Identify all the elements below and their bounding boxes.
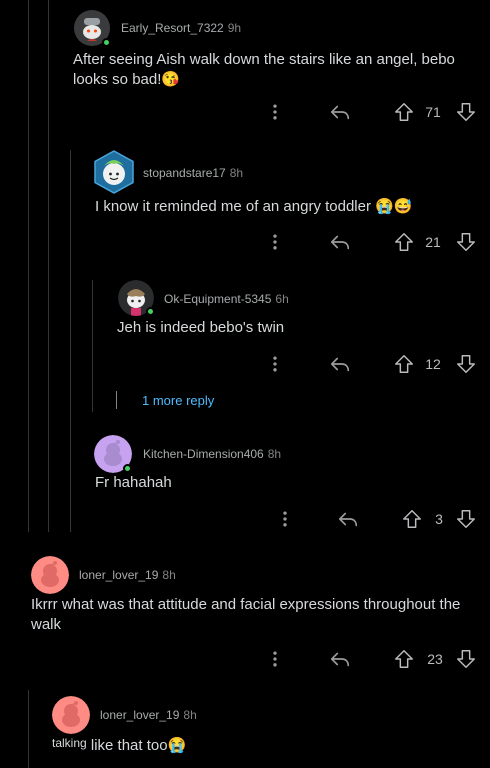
downvote-button[interactable]: [454, 647, 478, 671]
snoo-avatar-icon: [52, 696, 90, 734]
timestamp: 9h: [227, 21, 242, 35]
more-options-button[interactable]: [264, 352, 286, 376]
comment-actions: 23: [260, 647, 482, 671]
username[interactable]: loner_lover_19: [100, 708, 179, 722]
online-status-icon: [123, 464, 132, 473]
upvote-button[interactable]: [392, 230, 416, 254]
avatar[interactable]: [52, 696, 90, 734]
username[interactable]: Kitchen-Dimension406: [143, 447, 264, 461]
timestamp: 6h: [275, 292, 289, 306]
more-options-button[interactable]: [274, 507, 296, 531]
hexagon-avatar-icon: [94, 150, 134, 194]
upvote-button[interactable]: [392, 647, 416, 671]
comment-meta: Ok-Equipment-5345 6h: [164, 292, 289, 306]
avatar[interactable]: [31, 556, 69, 594]
thread-line: [28, 690, 29, 768]
timestamp: 8h: [267, 447, 282, 461]
comment-actions: 71: [260, 100, 482, 124]
more-options-button[interactable]: [264, 230, 286, 254]
comment-text: Ikrrr what was that attitude and facial …: [31, 596, 461, 633]
reply-button[interactable]: [328, 647, 352, 671]
timestamp: 8h: [183, 708, 197, 722]
comment-text-row: talking like that too😭: [52, 736, 472, 756]
username[interactable]: stopandstare17: [143, 166, 226, 180]
avatar[interactable]: [92, 150, 136, 194]
vote-count: 21: [425, 234, 441, 250]
downvote-button[interactable]: [454, 100, 478, 124]
comment-text: After seeing Aish walk down the stairs l…: [73, 51, 455, 88]
comment-actions: 12: [260, 352, 482, 376]
thread-line: [28, 0, 29, 532]
comment-meta: Kitchen-Dimension406 8h: [143, 447, 281, 461]
online-status-icon: [102, 38, 111, 47]
username[interactable]: Early_Resort_7322: [121, 21, 224, 35]
more-options-button[interactable]: [264, 647, 286, 671]
vote-count: 23: [427, 651, 443, 667]
comment-meta: loner_lover_19 8h: [79, 568, 176, 582]
reply-button[interactable]: [336, 507, 360, 531]
comment-text: I know it reminded me of an angry toddle…: [95, 198, 413, 215]
upvote-button[interactable]: [400, 507, 424, 531]
comment-meta: stopandstare17 8h: [143, 166, 243, 180]
reply-button[interactable]: [328, 230, 352, 254]
vote-count: 3: [435, 511, 443, 527]
thread-line: [116, 391, 117, 409]
downvote-button[interactable]: [454, 507, 478, 531]
comment-meta: Early_Resort_7322 9h: [121, 21, 241, 35]
username[interactable]: loner_lover_19: [79, 568, 158, 582]
username[interactable]: Ok-Equipment-5345: [164, 292, 271, 306]
more-replies-link[interactable]: 1 more reply: [142, 393, 214, 408]
downvote-button[interactable]: [454, 352, 478, 376]
vote-count: 12: [425, 356, 441, 372]
upvote-button[interactable]: [392, 100, 416, 124]
superscript-text: talking: [52, 736, 87, 750]
comment-text: Jeh is indeed bebo's twin: [117, 319, 285, 336]
more-options-button[interactable]: [264, 100, 286, 124]
reply-button[interactable]: [328, 100, 352, 124]
comment-actions: 21: [260, 230, 482, 254]
vote-count: 71: [425, 104, 441, 120]
downvote-button[interactable]: [454, 230, 478, 254]
comment-text: Fr hahahah: [95, 474, 172, 491]
thread-line: [92, 280, 93, 412]
timestamp: 8h: [229, 166, 244, 180]
upvote-button[interactable]: [392, 352, 416, 376]
reply-button[interactable]: [328, 352, 352, 376]
thread-line: [48, 0, 49, 532]
comment-text: like that too😭: [90, 737, 187, 754]
timestamp: 8h: [162, 568, 176, 582]
online-status-icon: [146, 307, 155, 316]
comment-meta: loner_lover_19 8h: [100, 708, 197, 722]
comment-actions: 3: [270, 507, 482, 531]
thread-line: [70, 150, 71, 532]
snoo-avatar-icon: [31, 556, 69, 594]
